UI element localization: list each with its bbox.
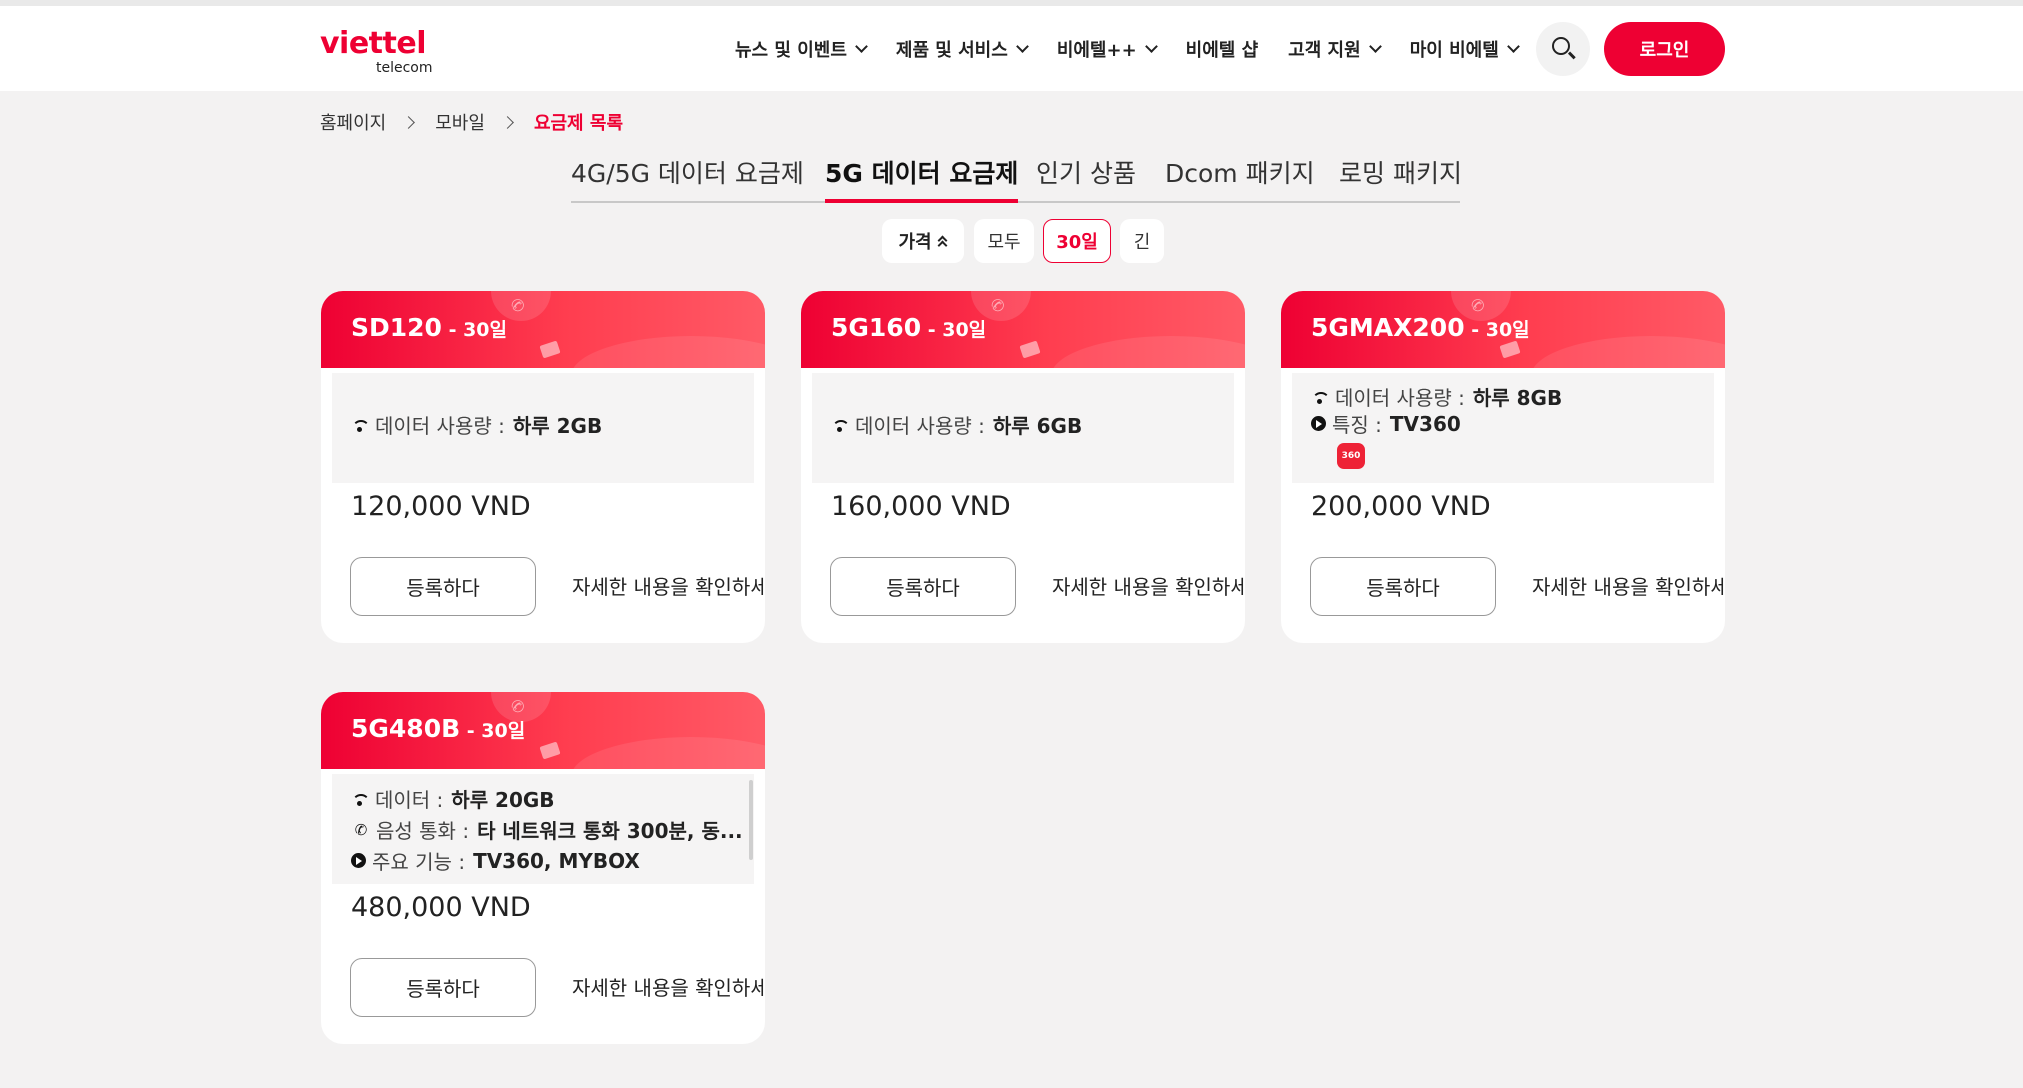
card-header: ✆ SD120 - 30일 bbox=[321, 291, 765, 368]
breadcrumb-current: 요금제 목록 bbox=[533, 113, 624, 134]
nav-label: 마이 비에텔 bbox=[1409, 39, 1499, 61]
sort-price-button[interactable]: 가격 bbox=[882, 219, 964, 263]
card-features: 데이터 사용량 : 하루 2GB bbox=[332, 373, 754, 483]
nav-label: 비에텔 샵 bbox=[1185, 39, 1259, 61]
nav-label: 고객 지원 bbox=[1288, 39, 1361, 61]
feature-row: 데이터 사용량 : 하루 8GB bbox=[1311, 382, 1562, 411]
filter-bar: 가격 모두 30일 긴 bbox=[0, 219, 2023, 263]
card-features: 데이터 사용량 : 하루 8GB 특징 : TV360 360 bbox=[1292, 373, 1714, 483]
plan-tabs: 4G/5G 데이터 요금제 5G 데이터 요금제 인기 상품 Dcom 패키지 … bbox=[571, 154, 1462, 203]
details-link[interactable]: 자세한 내용을 확인하세요 bbox=[1532, 571, 1725, 600]
sort-label: 가격 bbox=[898, 232, 932, 253]
wifi-icon bbox=[351, 793, 370, 806]
nav-label: 비에텔++ bbox=[1056, 39, 1137, 61]
plan-card: ✆ SD120 - 30일 데이터 사용량 : 하루 2GB 120,000 VN… bbox=[321, 291, 765, 643]
card-header: ✆ 5G480B - 30일 bbox=[321, 692, 765, 769]
card-title: 5G160 - 30일 bbox=[831, 313, 987, 342]
plan-price: 120,000 VND bbox=[351, 491, 531, 522]
play-icon bbox=[351, 853, 366, 868]
logo-text: viettel bbox=[320, 26, 427, 61]
plan-card: ✆ 5G160 - 30일 데이터 사용량 : 하루 6GB 160,000 VN… bbox=[801, 291, 1245, 643]
chevron-down-icon bbox=[1015, 39, 1029, 53]
wifi-icon bbox=[831, 419, 850, 432]
plan-card: ✆ 5GMAX200 - 30일 데이터 사용량 : 하루 8GB 특징 : TV3… bbox=[1281, 291, 1725, 643]
card-features: 데이터 사용량 : 하루 6GB bbox=[812, 373, 1234, 483]
register-button[interactable]: 등록하다 bbox=[350, 958, 536, 1017]
feature-row: 데이터 : 하루 20GB bbox=[351, 784, 555, 813]
play-icon bbox=[1311, 416, 1326, 431]
nav-label: 뉴스 및 이벤트 bbox=[735, 39, 847, 61]
chevron-right-icon bbox=[501, 115, 514, 129]
feature-row: 데이터 사용량 : 하루 2GB bbox=[351, 410, 602, 439]
details-link[interactable]: 자세한 내용을 확인하세요 bbox=[572, 972, 765, 1001]
plan-price: 160,000 VND bbox=[831, 491, 1011, 522]
filter-long[interactable]: 긴 bbox=[1120, 219, 1164, 263]
wifi-icon bbox=[351, 419, 370, 432]
register-button[interactable]: 등록하다 bbox=[350, 557, 536, 616]
breadcrumb-mobile[interactable]: 모바일 bbox=[435, 109, 485, 135]
chevron-down-icon bbox=[1368, 39, 1382, 53]
site-header: viettel telecom 뉴스 및 이벤트 제품 및 서비스 비에텔++ … bbox=[0, 6, 2023, 91]
viettel-logo[interactable]: viettel telecom bbox=[320, 26, 440, 76]
plan-price: 480,000 VND bbox=[351, 892, 531, 923]
filter-30-days[interactable]: 30일 bbox=[1043, 219, 1111, 263]
breadcrumb: 홈페이지 모바일 요금제 목록 bbox=[320, 109, 623, 135]
plan-card: ✆ 5G480B - 30일 데이터 : 하루 20GB ✆ 음성 통화 :타 네트… bbox=[321, 692, 765, 1044]
sort-up-icon bbox=[937, 234, 948, 251]
features-scrollbar[interactable] bbox=[749, 780, 753, 860]
card-header: ✆ 5G160 - 30일 bbox=[801, 291, 1245, 368]
nav-item-customer-support[interactable]: 고객 지원 bbox=[1288, 36, 1382, 62]
filter-all[interactable]: 모두 bbox=[974, 219, 1034, 263]
card-title: SD120 - 30일 bbox=[351, 313, 507, 342]
details-link[interactable]: 자세한 내용을 확인하세요 bbox=[1052, 571, 1245, 600]
nav-item-my-viettel[interactable]: 마이 비에텔 bbox=[1409, 36, 1520, 62]
card-header: ✆ 5GMAX200 - 30일 bbox=[1281, 291, 1725, 368]
breadcrumb-home[interactable]: 홈페이지 bbox=[320, 109, 386, 135]
tv360-badge: 360 bbox=[1337, 443, 1365, 469]
tab-dcom[interactable]: Dcom 패키지 bbox=[1165, 154, 1315, 203]
search-button[interactable] bbox=[1536, 22, 1590, 76]
feature-row: ✆ 음성 통화 :타 네트워크 통화 300분, 동... bbox=[351, 815, 743, 844]
card-features: 데이터 : 하루 20GB ✆ 음성 통화 :타 네트워크 통화 300분, 동..… bbox=[332, 774, 754, 884]
plan-price: 200,000 VND bbox=[1311, 491, 1491, 522]
tab-roaming[interactable]: 로밍 패키지 bbox=[1339, 154, 1462, 203]
details-link[interactable]: 자세한 내용을 확인하세요 bbox=[572, 571, 765, 600]
chevron-down-icon bbox=[855, 39, 868, 53]
card-title: 5G480B - 30일 bbox=[351, 714, 526, 743]
register-button[interactable]: 등록하다 bbox=[1310, 557, 1496, 616]
feature-row: 특징 : TV360 bbox=[1311, 409, 1461, 438]
feature-row: 주요 기능 : TV360, MYBOX bbox=[351, 846, 640, 875]
main-nav: 뉴스 및 이벤트 제품 및 서비스 비에텔++ 비에텔 샵 고객 지원 마이 비… bbox=[735, 6, 1548, 91]
tab-4g5g-data[interactable]: 4G/5G 데이터 요금제 bbox=[571, 154, 804, 203]
login-button[interactable]: 로그인 bbox=[1604, 22, 1725, 76]
feature-row: 데이터 사용량 : 하루 6GB bbox=[831, 410, 1082, 439]
nav-item-news-events[interactable]: 뉴스 및 이벤트 bbox=[735, 36, 868, 62]
chevron-down-icon bbox=[1144, 39, 1158, 53]
chevron-right-icon bbox=[402, 115, 416, 129]
phone-icon: ✆ bbox=[354, 820, 368, 839]
nav-item-products-services[interactable]: 제품 및 서비스 bbox=[895, 36, 1029, 62]
nav-label: 제품 및 서비스 bbox=[895, 39, 1008, 61]
register-button[interactable]: 등록하다 bbox=[830, 557, 1016, 616]
chevron-down-icon bbox=[1506, 39, 1520, 53]
wifi-icon bbox=[1311, 391, 1330, 404]
tab-5g-data[interactable]: 5G 데이터 요금제 bbox=[825, 154, 1019, 203]
tab-popular[interactable]: 인기 상품 bbox=[1036, 154, 1136, 203]
nav-item-viettel-plus[interactable]: 비에텔++ bbox=[1056, 36, 1158, 62]
card-title: 5GMAX200 - 30일 bbox=[1311, 313, 1530, 342]
logo-subtext: telecom bbox=[376, 60, 433, 76]
nav-item-viettel-shop[interactable]: 비에텔 샵 bbox=[1186, 36, 1259, 62]
